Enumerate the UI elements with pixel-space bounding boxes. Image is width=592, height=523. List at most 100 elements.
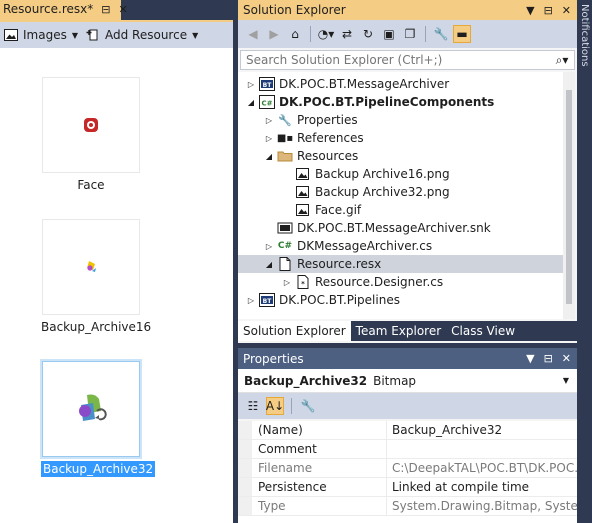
tree-item-label: DKMessageArchiver.cs xyxy=(297,239,433,253)
solution-explorer-search[interactable]: ⌕▾ xyxy=(240,50,575,70)
close-icon[interactable]: ✕ xyxy=(562,352,571,365)
tree-item[interactable]: ▷ BT DK.POC.BT.Pipelines xyxy=(238,291,563,309)
properties-toolbar: ☷ A↓ 🔧 xyxy=(238,393,577,419)
properties-wrench-icon[interactable]: 🔧 xyxy=(432,25,450,43)
home-icon[interactable]: ⌂ xyxy=(286,25,304,43)
alphabetical-icon[interactable]: A↓ xyxy=(266,397,284,415)
close-icon[interactable]: ✕ xyxy=(118,3,127,16)
show-all-files-icon[interactable]: ❐ xyxy=(401,25,419,43)
tree-item[interactable]: Backup Archive32.png xyxy=(238,183,563,201)
object-name: Backup_Archive32 xyxy=(244,373,368,388)
resource-thumbnail xyxy=(43,220,139,314)
tree-item-label: Resource.resx xyxy=(297,257,382,271)
expand-arrow-icon[interactable]: ▷ xyxy=(282,278,292,287)
property-name: Filename xyxy=(252,459,387,477)
document-tab-title: Resource.resx* xyxy=(3,2,94,16)
backup-archive32-image-icon xyxy=(79,394,107,421)
expand-arrow-icon[interactable]: ▷ xyxy=(246,80,256,89)
scrollbar-thumb[interactable] xyxy=(566,90,572,304)
collapse-arrow-icon[interactable]: ◢ xyxy=(264,152,274,161)
image-file-icon xyxy=(295,203,311,217)
svg-text:*: * xyxy=(301,280,305,288)
property-grid: (Name) Backup_Archive32 Comment Filename C:\… xyxy=(238,421,577,523)
refresh-icon[interactable]: ↻ xyxy=(359,25,377,43)
property-value[interactable]: System.Drawing.Bitmap, System.Dra xyxy=(387,497,577,515)
collapse-all-icon[interactable]: ▣ xyxy=(380,25,398,43)
search-icon[interactable]: ⌕▾ xyxy=(550,53,574,68)
tab-team-explorer[interactable]: Team Explorer xyxy=(351,321,447,341)
image-file-icon xyxy=(295,185,311,199)
property-row[interactable]: Persistence Linked at compile time xyxy=(238,478,577,497)
resource-item-backup-archive32[interactable]: Backup_Archive32 xyxy=(41,361,156,477)
resx-file-icon xyxy=(277,257,293,271)
chevron-down-icon: ▼ xyxy=(192,30,199,40)
property-value[interactable]: Backup_Archive32 xyxy=(387,421,577,439)
tree-item[interactable]: ▷ 🔧 Properties xyxy=(238,111,563,129)
references-icon: ■▪ xyxy=(276,132,294,144)
property-value[interactable]: C:\DeepakTAL\POC.BT\DK.POC.BT. xyxy=(387,459,577,477)
preview-selected-items-icon[interactable]: ▬ xyxy=(453,25,471,43)
tree-item[interactable]: ▷ * Resource.Designer.cs xyxy=(238,273,563,291)
object-selector[interactable]: Backup_Archive32 Bitmap ▼ xyxy=(238,369,577,393)
svg-text:BT: BT xyxy=(263,82,273,89)
notifications-tab[interactable]: Notifications xyxy=(579,4,590,67)
tree-item[interactable]: Face.gif xyxy=(238,201,563,219)
tree-item[interactable]: ◢ Resource.resx xyxy=(238,255,563,273)
resource-thumbnail xyxy=(42,361,140,457)
property-pages-icon[interactable]: 🔧 xyxy=(299,397,317,415)
pin-icon[interactable]: ⊟ xyxy=(101,3,110,16)
property-value[interactable] xyxy=(387,440,577,458)
property-row[interactable]: (Name) Backup_Archive32 xyxy=(238,421,577,440)
tree-item[interactable]: ◢ Resources xyxy=(238,147,563,165)
solution-explorer-panel: Solution Explorer ▼ ⊟ ✕ ◀ ▶ ⌂ ◔▾ ⇄ ↻ ▣ ❐… xyxy=(238,0,577,343)
add-resource-button[interactable]: Add Resource ▼ xyxy=(82,28,202,42)
panel-title: Solution Explorer xyxy=(243,3,346,17)
tree-item[interactable]: DK.POC.BT.MessageArchiver.snk xyxy=(238,219,563,237)
properties-panel: Properties ▼ ⊟ ✕ Backup_Archive32 Bitmap… xyxy=(238,348,577,523)
window-position-dropdown-icon[interactable]: ▼ xyxy=(526,4,534,17)
property-name: (Name) xyxy=(252,421,387,439)
tree-item[interactable]: Backup Archive16.png xyxy=(238,165,563,183)
tree-item[interactable]: ▷ C# DKMessageArchiver.cs xyxy=(238,237,563,255)
resource-item-face[interactable]: Face xyxy=(41,78,141,192)
collapse-arrow-icon[interactable]: ◢ xyxy=(246,98,256,107)
resource-label: Face xyxy=(77,178,105,192)
face-image-icon xyxy=(84,118,98,132)
tree-item[interactable]: ▷ BT DK.POC.BT.MessageArchiver xyxy=(238,75,563,93)
images-dropdown-button[interactable]: Images ▼ xyxy=(0,28,82,42)
tree-item[interactable]: ◢ C# DK.POC.BT.PipelineComponents xyxy=(238,93,563,111)
property-name: Comment xyxy=(252,440,387,458)
expand-arrow-icon[interactable]: ▷ xyxy=(264,116,274,125)
property-row[interactable]: Filename C:\DeepakTAL\POC.BT\DK.POC.BT. xyxy=(238,459,577,478)
property-row[interactable]: Comment xyxy=(238,440,577,459)
solution-explorer-toolbar: ◀ ▶ ⌂ ◔▾ ⇄ ↻ ▣ ❐ 🔧 ▬ xyxy=(238,20,577,48)
window-position-dropdown-icon[interactable]: ▼ xyxy=(526,352,534,365)
close-icon[interactable]: ✕ xyxy=(562,4,571,17)
document-tab-resource-resx[interactable]: Resource.resx* ⊟ ✕ xyxy=(0,0,128,20)
categorized-icon[interactable]: ☷ xyxy=(244,397,262,415)
tree-item-label: DK.POC.BT.Pipelines xyxy=(279,293,400,307)
tree-scrollbar[interactable] xyxy=(563,72,575,319)
expand-arrow-icon[interactable]: ▷ xyxy=(246,296,256,305)
expand-arrow-icon[interactable]: ▷ xyxy=(264,242,274,251)
chevron-down-icon: ▼ xyxy=(71,30,78,40)
forward-icon[interactable]: ▶ xyxy=(265,25,283,43)
designer-cs-icon: * xyxy=(295,275,311,289)
tab-class-view[interactable]: Class View xyxy=(446,321,520,341)
sync-with-document-icon[interactable]: ⇄ xyxy=(338,25,356,43)
expand-arrow-icon[interactable]: ▷ xyxy=(264,134,274,143)
property-value[interactable]: Linked at compile time xyxy=(387,478,577,496)
pending-changes-filter-icon[interactable]: ◔▾ xyxy=(317,25,335,43)
property-row[interactable]: TypeSystem.Drawing.Bitmap, System.Dra xyxy=(238,497,577,516)
search-input[interactable] xyxy=(244,52,550,68)
resource-canvas: Face Backup_Archive16 Backup_Archive32 xyxy=(0,48,233,523)
resource-item-backup-archive16[interactable]: Backup_Archive16 xyxy=(41,220,151,334)
back-icon[interactable]: ◀ xyxy=(244,25,262,43)
pin-icon[interactable]: ⊟ xyxy=(544,4,553,17)
solution-explorer-tabs: Solution Explorer Team Explorer Class Vi… xyxy=(238,321,577,341)
pin-icon[interactable]: ⊟ xyxy=(544,352,553,365)
tab-solution-explorer[interactable]: Solution Explorer xyxy=(238,321,351,341)
designer-toolbar: Images ▼ Add Resource ▼ xyxy=(0,22,233,48)
tree-item[interactable]: ▷ ■▪ References xyxy=(238,129,563,147)
collapse-arrow-icon[interactable]: ◢ xyxy=(264,260,274,269)
